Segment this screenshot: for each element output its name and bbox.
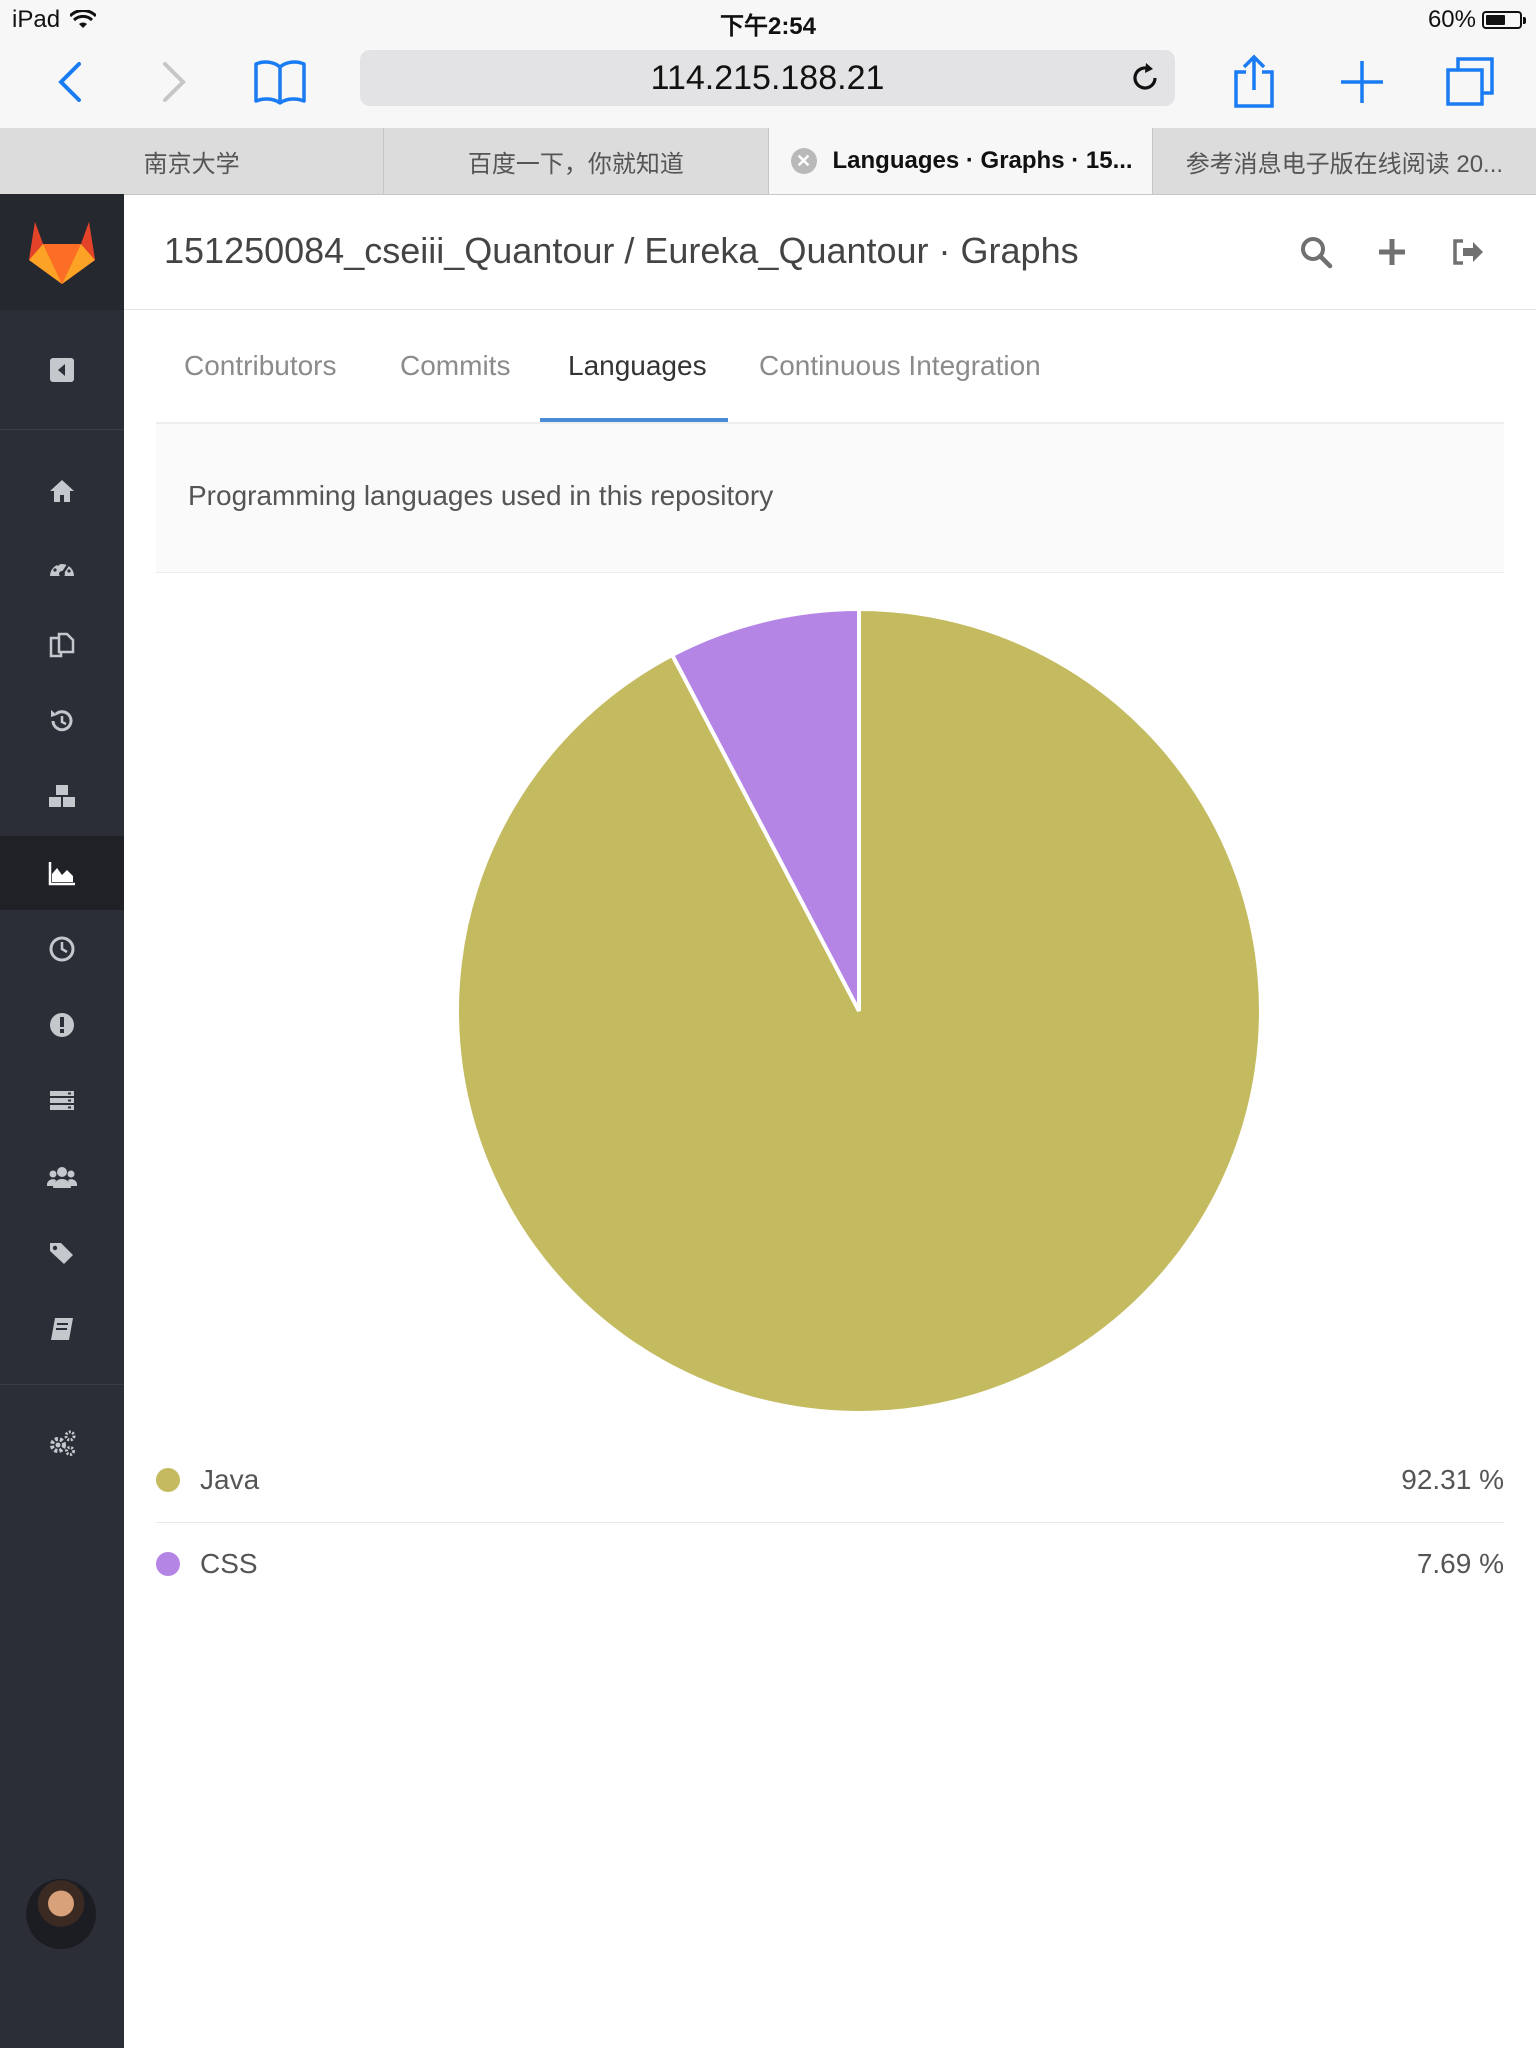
toggle-sidebar-icon [50,357,74,382]
url-bar[interactable]: 114.215.188.21 [360,50,1175,106]
share-button[interactable] [1222,50,1286,114]
bookmarks-button[interactable] [248,50,312,114]
sign-out-icon [1453,239,1483,265]
tabs-icon [1446,57,1494,106]
description-text: Programming languages used in this repos… [188,480,774,511]
tags-icon [50,1243,73,1264]
legend-label: CSS [200,1548,258,1579]
legend-row-java: Java 92.31 % [156,1438,1504,1523]
server-icon [50,1091,74,1110]
nav-issues[interactable] [0,988,124,1062]
browser-tab-label: 南京大学 [143,150,240,178]
nav-graphs[interactable] [0,836,124,910]
nav-history[interactable] [0,684,124,758]
gitlab-logo[interactable] [0,194,124,310]
home-icon [50,480,74,502]
back-button[interactable] [38,50,102,114]
history-icon [51,710,73,732]
nav-merge-requests[interactable] [0,1064,124,1138]
settings-icon [50,1430,76,1456]
browser-tab[interactable]: 参考消息电子版在线阅读 20... [1153,128,1536,194]
reload-icon[interactable] [1127,60,1163,96]
browser-tab[interactable]: 南京大学 [0,128,385,194]
browser-tab-active[interactable]: ✕ Languages · Graphs · 15... [768,128,1153,194]
forward-button[interactable] [142,50,206,114]
legend-label: Java [200,1464,260,1495]
search-icon [1301,237,1333,269]
tab-contributors[interactable]: Contributors [184,350,337,382]
page-title: 151250084_cseiii_Quantour / Eureka_Quant… [164,230,1079,271]
nav-settings[interactable] [0,1406,124,1480]
legend-value: 7.69 % [1416,1548,1504,1579]
legend-value: 92.31 % [1401,1464,1504,1495]
nav-members[interactable] [0,1140,124,1214]
nav-labels[interactable] [0,1216,124,1290]
pie-svg [455,606,1263,1415]
users-icon [47,1167,77,1188]
browser-tab-label: Languages · Graphs · 15... [832,147,1133,174]
languages-pie-chart [455,606,1263,1415]
dashboard-icon [50,562,74,577]
graph-tabs: Contributors Commits Languages Continuou… [156,310,1504,424]
search-button[interactable] [1294,230,1338,274]
new-tab-button[interactable] [1330,50,1394,114]
share-icon [1234,54,1274,108]
avatar[interactable] [26,1879,96,1949]
wiki-icon [51,1318,73,1340]
tab-languages[interactable]: Languages [568,350,707,382]
legend-swatch [156,1468,180,1492]
status-bar: iPad 下午2:54 60% [0,0,1536,40]
legend-swatch [156,1552,180,1576]
chevron-left-icon [58,62,81,102]
clock: 下午2:54 [719,13,817,40]
toggle-sidebar-button[interactable] [0,310,124,430]
description-box: Programming languages used in this repos… [156,424,1504,573]
page-header: 151250084_cseiii_Quantour / Eureka_Quant… [124,194,1536,310]
close-tab-icon[interactable]: ✕ [790,148,817,174]
battery-icon [1482,11,1526,29]
url-text: 114.215.188.21 [650,58,885,97]
gitlab-fox-icon [29,222,95,284]
tab-commits[interactable]: Commits [400,350,510,382]
nav-home[interactable] [0,454,124,528]
sidebar [0,194,124,2048]
graph-icon [48,862,75,886]
nav-files[interactable] [0,608,124,682]
nav-dashboard[interactable] [0,532,124,606]
browser-toolbar: 114.215.188.21 [0,40,1536,128]
tab-continuous-integration[interactable]: Continuous Integration [759,350,1041,382]
nav-packages[interactable] [0,760,124,834]
browser-tab-strip: 南京大学 百度一下，你就知道 ✕ Languages · Graphs · 15… [0,128,1536,195]
sign-out-button[interactable] [1446,230,1490,274]
chevron-right-icon [163,62,186,102]
book-icon [254,60,306,105]
browser-tab-label: 百度一下，你就知道 [467,150,684,178]
browser-tab[interactable]: 百度一下，你就知道 [384,128,769,194]
clock-icon [49,936,75,962]
sidebar-divider [0,1384,124,1385]
browser-tab-label: 参考消息电子版在线阅读 20... [1185,150,1504,178]
issues-icon [50,1013,74,1037]
legend-row-css: CSS 7.69 % [156,1522,1504,1606]
plus-icon [1341,61,1383,103]
nav-wiki[interactable] [0,1292,124,1366]
tabs-overview-button[interactable] [1438,50,1502,114]
battery-percentage: 60% [1427,6,1476,33]
active-tab-indicator [540,418,728,422]
nav-cycle[interactable] [0,912,124,986]
new-item-button[interactable] [1370,230,1414,274]
files-icon [49,632,75,658]
plus-icon [1379,239,1405,265]
cubes-icon [49,785,75,807]
